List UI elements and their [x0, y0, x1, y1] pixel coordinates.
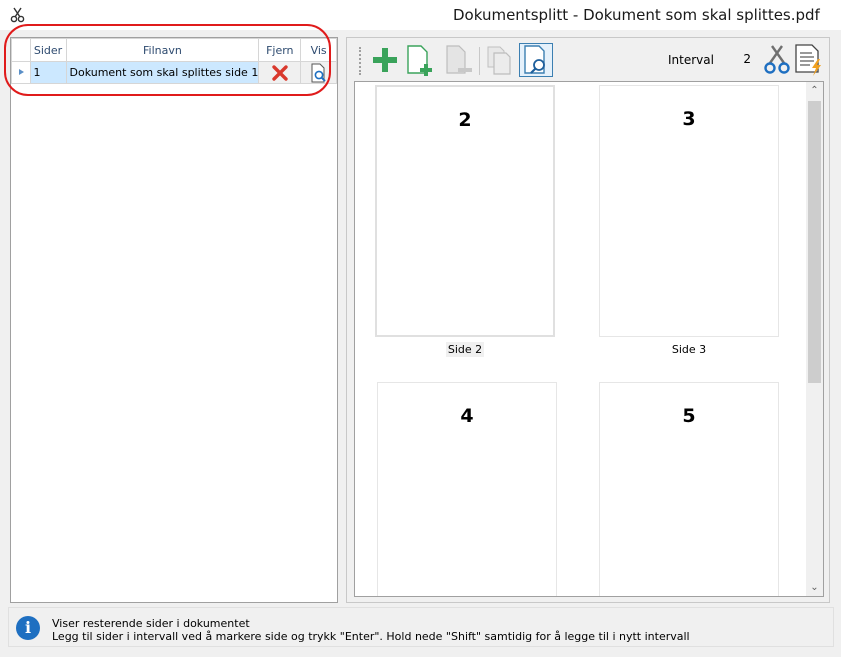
pages-panel: Intervall 2 Side 2: [346, 37, 830, 603]
preview-button[interactable]: [519, 43, 553, 77]
red-x-icon: [272, 64, 288, 81]
column-header-sider[interactable]: Sider: [29, 38, 67, 62]
table-row[interactable]: 1 Dokument som skal splittes side 1: [11, 61, 337, 84]
toolbar: Intervall: [355, 41, 821, 81]
run-split-button[interactable]: [792, 43, 826, 77]
status-bar: i Viser resterende sider i dokumentet Le…: [8, 607, 834, 647]
scroll-up-arrow[interactable]: ⌃: [806, 82, 823, 99]
status-line-2: Legg til sider i intervall ved å markere…: [52, 630, 690, 643]
split-documents-grid[interactable]: Sider Filnavn Fjern Vis 1 Dokument som s…: [10, 37, 338, 603]
page-thumbnail[interactable]: 5: [599, 382, 779, 596]
add-page-button[interactable]: [402, 43, 436, 77]
add-green-plus-icon: [373, 48, 397, 72]
column-header-fjern[interactable]: Fjern: [258, 38, 302, 62]
toolbar-grip[interactable]: [359, 47, 363, 75]
page-number: 2: [458, 109, 472, 131]
remove-page-button[interactable]: [442, 43, 476, 77]
scissors-icon: [10, 7, 25, 23]
magnifier-page-icon: [311, 63, 326, 82]
column-header-vis[interactable]: Vis: [300, 38, 337, 62]
page-thumbnail[interactable]: 4: [377, 382, 557, 596]
page-caption: Side 2: [445, 342, 485, 357]
add-page-icon: [407, 45, 432, 76]
page-thumbnail[interactable]: 3: [599, 85, 779, 337]
page-thumbnails-view[interactable]: 2 Side 2 3 Side 3 4 5 ⌃ ⌄: [354, 81, 824, 597]
preview-magnifier-icon: [524, 45, 545, 74]
window-title: Dokumentsplitt - Dokument som skal split…: [453, 6, 820, 24]
copy-pages-icon: [487, 46, 511, 75]
scissors-icon: [764, 45, 790, 74]
column-header-filnavn[interactable]: Filnavn: [65, 38, 260, 62]
row-header-corner: [11, 38, 31, 62]
page-thumbnail[interactable]: 2: [375, 85, 555, 337]
remove-button[interactable]: [258, 61, 302, 84]
page-number: 5: [682, 405, 696, 427]
toolbar-separator: [479, 47, 480, 75]
row-pointer-icon: [18, 69, 24, 75]
page-number: 3: [682, 108, 696, 130]
scroll-down-arrow[interactable]: ⌄: [806, 579, 823, 596]
header-row: Sider Filnavn Fjern Vis: [11, 38, 337, 62]
view-button[interactable]: [300, 61, 337, 84]
intervall-input[interactable]: [713, 49, 755, 69]
add-interval-button[interactable]: [368, 43, 402, 77]
row-selector[interactable]: [11, 61, 31, 84]
copy-pages-button[interactable]: [483, 43, 517, 77]
intervall-label: Intervall: [668, 53, 718, 67]
documents-table: Sider Filnavn Fjern Vis 1 Dokument som s…: [11, 38, 337, 84]
info-icon: i: [16, 616, 40, 640]
cell-sider[interactable]: 1: [29, 61, 67, 84]
cell-filnavn[interactable]: Dokument som skal splittes side 1: [65, 61, 260, 84]
split-button[interactable]: [760, 43, 794, 77]
page-number: 4: [460, 405, 474, 427]
scroll-thumb[interactable]: [808, 101, 821, 383]
page-caption: Side 3: [671, 343, 707, 356]
document-lightning-icon: [795, 44, 821, 76]
vertical-scrollbar[interactable]: ⌃ ⌄: [806, 82, 823, 596]
status-line-1: Viser resterende sider i dokumentet: [52, 617, 250, 630]
title-bar: Dokumentsplitt - Dokument som skal split…: [0, 0, 841, 30]
remove-page-icon: [446, 45, 472, 74]
